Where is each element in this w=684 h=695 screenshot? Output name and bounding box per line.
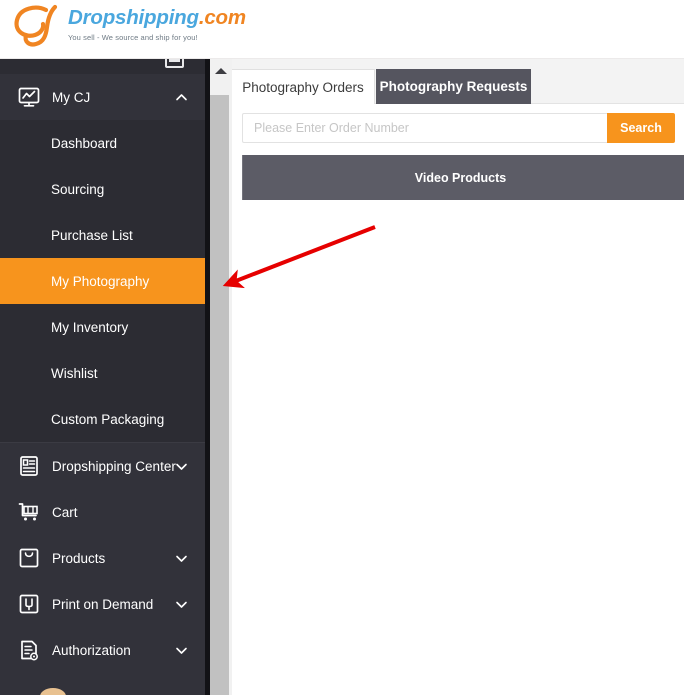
scrollbar-thumb[interactable] bbox=[210, 95, 229, 695]
tab-photography-orders[interactable]: Photography Orders bbox=[232, 69, 375, 104]
monitor-icon bbox=[165, 59, 184, 68]
sidebar-subitem-label: My Inventory bbox=[51, 319, 129, 335]
sidebar-item-my-photography[interactable]: My Photography bbox=[0, 258, 205, 304]
chevron-down-icon bbox=[175, 644, 188, 657]
sidebar-subitem-label: Sourcing bbox=[51, 181, 105, 197]
clipboard-list-icon bbox=[17, 454, 41, 478]
sidebar-item-label: Products bbox=[52, 550, 106, 566]
sidebar-subitem-label: Wishlist bbox=[51, 365, 98, 381]
logo-brand-prefix: Dropshipping bbox=[68, 6, 199, 29]
shopping-cart-icon bbox=[17, 500, 41, 524]
search-input[interactable] bbox=[242, 113, 607, 143]
sidebar: My CJ Dashboard Sourcing Purchase List M… bbox=[0, 59, 205, 695]
app-window: Dropshipping.com You sell - We source an… bbox=[0, 0, 684, 695]
logo-tagline: You sell - We source and ship for you! bbox=[68, 32, 198, 42]
sidebar-item-custom-packaging[interactable]: Custom Packaging bbox=[0, 396, 205, 442]
nav-group-my-cj: My CJ Dashboard Sourcing Purchase List M… bbox=[0, 74, 205, 673]
sidebar-item-sourcing[interactable]: Sourcing bbox=[0, 166, 205, 212]
analytics-monitor-icon bbox=[17, 85, 41, 109]
box-icon bbox=[17, 546, 41, 570]
tab-label: Photography Requests bbox=[379, 79, 528, 94]
site-logo[interactable]: Dropshipping.com You sell - We source an… bbox=[10, 3, 246, 51]
sidebar-subitem-label: Purchase List bbox=[51, 227, 133, 243]
sidebar-item-label: Dropshipping Center bbox=[52, 458, 176, 474]
sidebar-next-item-partial-icon bbox=[40, 688, 66, 695]
sidebar-item-products[interactable]: Products bbox=[0, 535, 205, 581]
section-title: Video Products bbox=[414, 170, 507, 185]
sidebar-item-cart[interactable]: Cart bbox=[0, 489, 205, 535]
sidebar-subitem-label: My Photography bbox=[51, 273, 150, 289]
main-content: Photography Orders Photography Requests … bbox=[232, 59, 684, 695]
sidebar-item-authorization[interactable]: Authorization bbox=[0, 627, 205, 673]
sidebar-item-wishlist[interactable]: Wishlist bbox=[0, 350, 205, 396]
tab-photography-requests[interactable]: Photography Requests bbox=[376, 69, 531, 104]
chevron-up-icon bbox=[175, 91, 188, 104]
search-row: Search bbox=[242, 113, 675, 143]
document-gear-icon bbox=[17, 638, 41, 662]
search-button[interactable]: Search bbox=[607, 113, 675, 143]
logo-title: Dropshipping.com bbox=[68, 6, 246, 29]
sidebar-item-label: Print on Demand bbox=[52, 596, 154, 612]
chevron-down-icon bbox=[175, 598, 188, 611]
sidebar-subitem-label: Custom Packaging bbox=[51, 411, 165, 427]
sidebar-item-purchase-list[interactable]: Purchase List bbox=[0, 212, 205, 258]
app-header: Dropshipping.com You sell - We source an… bbox=[0, 0, 684, 59]
chevron-down-icon bbox=[175, 460, 188, 473]
cj-logo-icon bbox=[10, 3, 66, 51]
sidebar-item-label: My CJ bbox=[52, 89, 91, 105]
sidebar-item-dashboard[interactable]: Dashboard bbox=[0, 120, 205, 166]
video-products-section-header: Video Products bbox=[242, 155, 684, 200]
sidebar-item-print-on-demand[interactable]: Print on Demand bbox=[0, 581, 205, 627]
tab-label: Photography Orders bbox=[242, 79, 364, 95]
sidebar-submenu-my-cj: Dashboard Sourcing Purchase List My Phot… bbox=[0, 120, 205, 442]
sidebar-item-my-inventory[interactable]: My Inventory bbox=[0, 304, 205, 350]
sidebar-subitem-label: Dashboard bbox=[51, 135, 118, 151]
sidebar-item-my-cj[interactable]: My CJ bbox=[0, 74, 205, 120]
print-on-demand-icon bbox=[17, 592, 41, 616]
sidebar-item-label: Cart bbox=[52, 504, 78, 520]
sidebar-item-dropshipping-center[interactable]: Dropshipping Center bbox=[0, 443, 205, 489]
scroll-up-arrow-icon[interactable] bbox=[210, 59, 232, 81]
tab-bar: Photography Orders Photography Requests bbox=[232, 59, 684, 104]
logo-brand-suffix: .com bbox=[198, 6, 246, 29]
page-scrollbar bbox=[205, 59, 232, 695]
sidebar-item-label: Authorization bbox=[52, 642, 131, 658]
chevron-down-icon bbox=[175, 552, 188, 565]
sidebar-top-partial-row bbox=[0, 59, 205, 74]
